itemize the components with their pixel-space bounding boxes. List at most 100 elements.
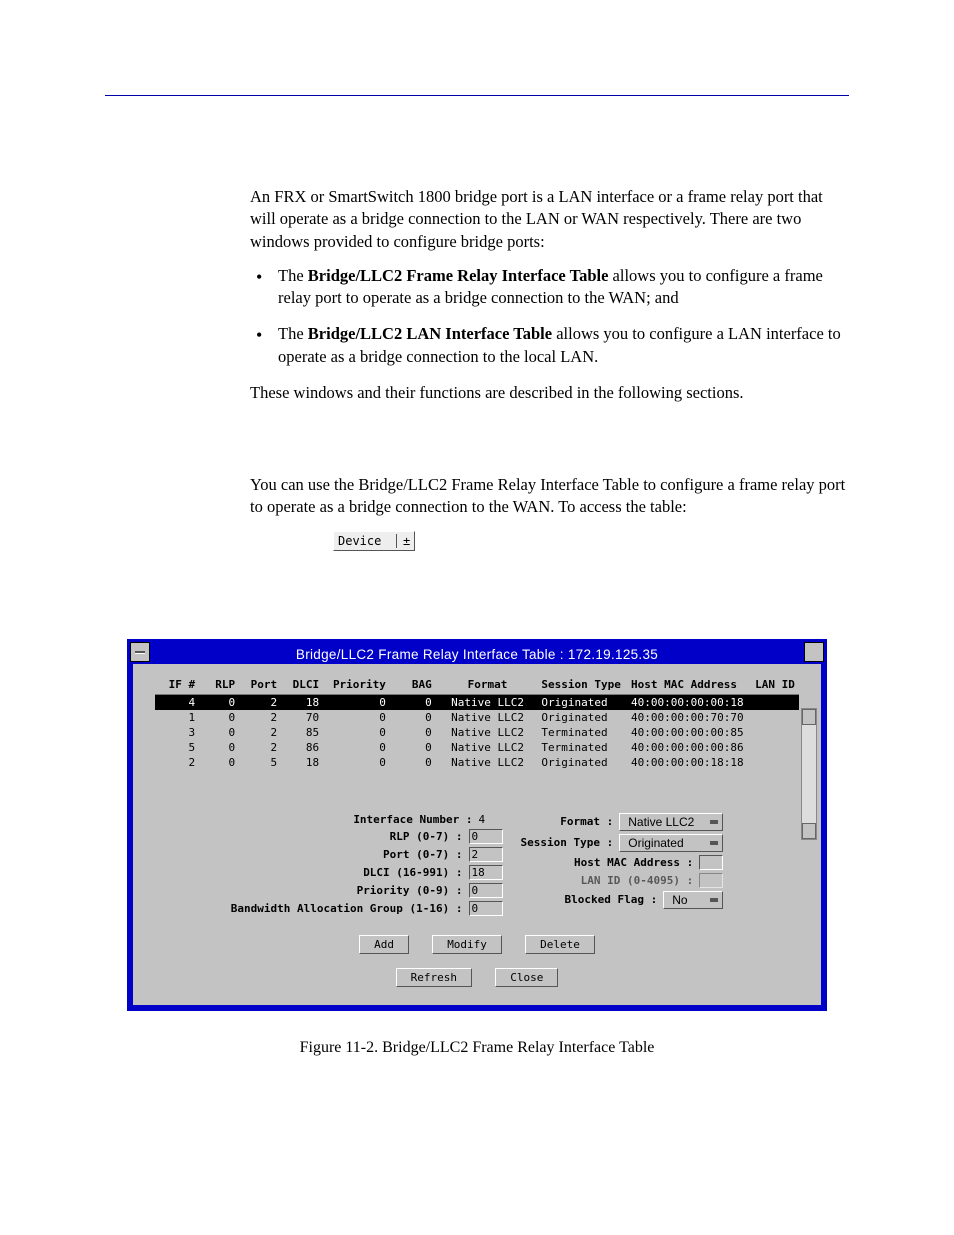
cell: Terminated — [533, 741, 631, 754]
table-row[interactable]: 2051800Native LLC2Originated40:00:00:00:… — [155, 755, 799, 770]
cell: Originated — [533, 696, 631, 709]
format-select[interactable]: Native LLC2 — [619, 813, 723, 831]
port-input[interactable] — [469, 847, 503, 862]
cell: 86 — [277, 741, 319, 754]
col-format: Format — [432, 678, 534, 691]
sysmenu-icon[interactable] — [130, 642, 150, 662]
cell — [755, 726, 799, 739]
col-rlp: RLP — [195, 678, 235, 691]
scroll-up-icon[interactable] — [802, 709, 816, 725]
table-row[interactable]: 3028500Native LLC2Terminated40:00:00:00:… — [155, 725, 799, 740]
priority-label: Priority (0-9) : — [357, 884, 463, 897]
blocked-select[interactable]: No — [663, 891, 723, 909]
delete-button[interactable]: Delete — [525, 935, 595, 954]
device-menu-button[interactable]: Device± — [333, 531, 415, 551]
hostmac-label: Host MAC Address : — [574, 856, 693, 869]
dlci-label: DLCI (16-991) : — [363, 866, 462, 879]
cell: 40:00:00:00:00:86 — [631, 741, 755, 754]
col-priority: Priority — [319, 678, 386, 691]
priority-input[interactable] — [469, 883, 503, 898]
cell — [755, 741, 799, 754]
rlp-input[interactable] — [469, 829, 503, 844]
cell — [755, 711, 799, 724]
cell: 5 — [155, 741, 195, 754]
add-button[interactable]: Add — [359, 935, 409, 954]
cell: 2 — [235, 741, 277, 754]
cell: 4 — [155, 696, 195, 709]
blocked-label: Blocked Flag : — [565, 893, 658, 906]
title-bar[interactable]: Bridge/LLC2 Frame Relay Interface Table … — [133, 645, 821, 664]
lanid-input[interactable] — [699, 873, 723, 888]
bag-input[interactable] — [469, 901, 503, 916]
cell: Originated — [533, 711, 631, 724]
session-select[interactable]: Originated — [619, 834, 723, 852]
hostmac-input[interactable] — [699, 855, 723, 870]
session-value: Originated — [628, 836, 683, 850]
lanid-label: LAN ID (0-4095) : — [581, 874, 694, 887]
cell: 0 — [319, 696, 386, 709]
cell: 3 — [155, 726, 195, 739]
format-value: Native LLC2 — [628, 815, 694, 829]
dropdown-icon — [710, 841, 718, 845]
dropdown-icon — [710, 820, 718, 824]
cell: 5 — [235, 756, 277, 769]
cell — [755, 696, 799, 709]
port-label: Port (0-7) : — [383, 848, 462, 861]
window-title: Bridge/LLC2 Frame Relay Interface Table … — [296, 647, 658, 662]
bullet1-prefix: The — [278, 266, 308, 285]
cell: 0 — [195, 696, 235, 709]
table-row[interactable]: 4021800Native LLC2Originated40:00:00:00:… — [155, 695, 799, 710]
col-dlci: DLCI — [277, 678, 319, 691]
cell: 2 — [235, 696, 277, 709]
col-mac: Host MAC Address — [631, 678, 755, 691]
cell: 0 — [195, 756, 235, 769]
cell: 40:00:00:00:70:70 — [631, 711, 755, 724]
table-row[interactable]: 5028600Native LLC2Terminated40:00:00:00:… — [155, 740, 799, 755]
cell: 0 — [386, 756, 432, 769]
cell: Native LLC2 — [432, 741, 534, 754]
maximize-icon[interactable] — [804, 642, 824, 662]
cell: 0 — [319, 711, 386, 724]
para2: These windows and their functions are de… — [250, 382, 849, 404]
table-body: 4021800Native LLC2Originated40:00:00:00:… — [155, 695, 799, 770]
cell: 40:00:00:00:00:85 — [631, 726, 755, 739]
refresh-button[interactable]: Refresh — [396, 968, 472, 987]
scroll-down-icon[interactable] — [802, 823, 816, 839]
cell: Native LLC2 — [432, 756, 534, 769]
cell: 18 — [277, 756, 319, 769]
cell: 0 — [195, 741, 235, 754]
cell: 0 — [195, 726, 235, 739]
header-rule — [105, 95, 849, 96]
scrollbar[interactable] — [801, 708, 817, 840]
interface-number-value: 4 — [479, 813, 503, 826]
bullet2-bold: Bridge/LLC2 LAN Interface Table — [308, 324, 552, 343]
cell: 1 — [155, 711, 195, 724]
cell: 0 — [386, 696, 432, 709]
cell: 2 — [235, 711, 277, 724]
interface-number-label: Interface Number : — [353, 813, 472, 826]
cell: Terminated — [533, 726, 631, 739]
cell: 40:00:00:00:18:18 — [631, 756, 755, 769]
cell: 0 — [386, 711, 432, 724]
cell: 0 — [386, 741, 432, 754]
blocked-value: No — [672, 893, 687, 907]
close-button[interactable]: Close — [495, 968, 558, 987]
cell: 18 — [277, 696, 319, 709]
bullet2-prefix: The — [278, 324, 308, 343]
modify-button[interactable]: Modify — [432, 935, 502, 954]
cell: Native LLC2 — [432, 696, 534, 709]
col-session: Session Type — [533, 678, 631, 691]
format-label: Format : — [560, 815, 613, 828]
intro-para: An FRX or SmartSwitch 1800 bridge port i… — [250, 186, 849, 253]
table-row[interactable]: 1027000Native LLC2Originated40:00:00:00:… — [155, 710, 799, 725]
cell — [755, 756, 799, 769]
bag-label: Bandwidth Allocation Group (1-16) : — [231, 902, 463, 915]
cell: Native LLC2 — [432, 711, 534, 724]
dialog-window: Bridge/LLC2 Frame Relay Interface Table … — [127, 639, 827, 1011]
cell: 0 — [386, 726, 432, 739]
device-menu-label: Device — [338, 534, 396, 548]
dlci-input[interactable] — [469, 865, 503, 880]
cell: 2 — [235, 726, 277, 739]
col-if: IF # — [155, 678, 195, 691]
dropdown-icon — [710, 898, 718, 902]
